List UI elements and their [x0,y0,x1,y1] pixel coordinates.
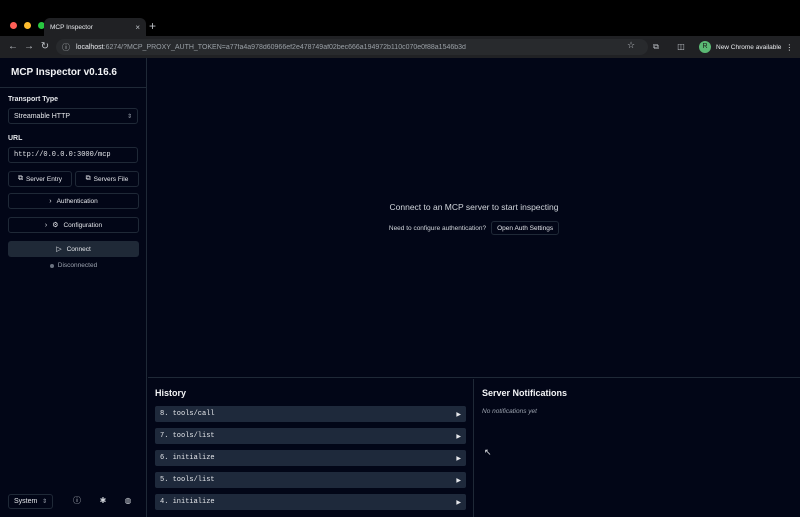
history-item[interactable]: 5. tools/list ▶ [155,472,466,488]
authentication-toggle[interactable]: › Authentication [8,193,139,209]
gear-icon: ⚙ [52,222,59,229]
chevron-right-icon: › [49,197,52,205]
triangle-right-icon: ▶ [456,499,461,506]
history-item[interactable]: 4. initialize ▶ [155,494,466,510]
notifications-title: Server Notifications [482,388,568,398]
site-info-icon[interactable]: ⓘ [62,42,70,53]
authentication-label: Authentication [56,197,98,205]
connect-button[interactable]: ▷ Connect [8,241,139,257]
triangle-right-icon: ▶ [456,433,461,440]
url-input-value: http://0.0.0.0:3000/mcp [14,151,111,159]
main-content: Connect to an MCP server to start inspec… [148,58,800,378]
server-entry-button[interactable]: ⧉ Server Entry [8,171,72,187]
servers-file-button[interactable]: ⧉ Servers File [75,171,139,187]
update-chrome-button[interactable]: New Chrome available ⋮ [716,39,793,55]
auth-hint: Need to configure authentication? [388,224,487,232]
history-item[interactable]: 7. tools/list ▶ [155,428,466,444]
chevron-up-down-icon: ⇕ [126,113,132,120]
history-list: 8. tools/call ▶ 7. tools/list ▶ 6. initi… [155,406,466,516]
window-minimize-button[interactable] [24,22,31,29]
auth-hint-row: Need to configure authentication? Open A… [148,221,800,235]
open-auth-settings-label: Open Auth Settings [497,224,554,232]
triangle-right-icon: ▶ [456,455,461,462]
profile-avatar[interactable]: R [699,41,711,53]
update-label: New Chrome available [716,43,782,51]
transport-type-label: Transport Type [8,96,59,103]
transport-type-value: Streamable HTTP [14,112,71,120]
sidebar: MCP Inspector v0.16.6 Transport Type Str… [0,58,147,517]
reload-icon[interactable]: ↻ [38,40,52,54]
history-item-label: 7. tools/list [160,432,215,440]
server-notifications-panel: Server Notifications No notifications ye… [475,379,800,517]
browser-toolbar: ← → ↻ ⓘ localhost :6274/?MCP_PROXY_AUTH_… [0,36,800,58]
history-item-label: 4. initialize [160,498,215,506]
transport-type-select[interactable]: Streamable HTTP ⇕ [8,108,138,124]
copy-icon: ⧉ [17,175,23,182]
connection-status: Disconnected [0,262,147,269]
url-label: URL [8,135,23,142]
status-text: Disconnected [57,262,98,269]
star-icon[interactable]: ☆ [627,40,635,51]
theme-value: System [14,498,38,505]
browser-tab[interactable]: MCP Inspector × [44,18,146,36]
history-item-label: 5. tools/list [160,476,215,484]
connect-label: Connect [66,245,91,253]
open-auth-settings-button[interactable]: Open Auth Settings [491,221,560,235]
chevron-up-down-icon: ⇕ [41,499,47,505]
window-close-button[interactable] [10,22,17,29]
server-entry-label: Server Entry [25,175,63,183]
tab-title: MCP Inspector [50,23,93,31]
puzzle-icon[interactable]: ⧉ [650,40,662,53]
arrow-left-icon[interactable]: ← [6,40,20,54]
copy-icon: ⧉ [85,175,91,182]
history-item[interactable]: 8. tools/call ▶ [155,406,466,422]
bug-icon[interactable]: ✱ [97,495,109,507]
empty-state-title: Connect to an MCP server to start inspec… [389,202,559,212]
history-item-label: 8. tools/call [160,410,215,418]
app-title: MCP Inspector v0.16.6 [11,67,117,78]
address-bar[interactable]: ⓘ localhost :6274/?MCP_PROXY_AUTH_TOKEN=… [56,39,648,55]
browser-tab-bar: MCP Inspector × + [0,0,800,36]
url-path: :6274/?MCP_PROXY_AUTH_TOKEN=a77fa4a978d6… [103,43,466,51]
url-input[interactable]: http://0.0.0.0:3000/mcp [8,147,138,163]
history-item[interactable]: 6. initialize ▶ [155,450,466,466]
new-tab-button[interactable]: + [149,19,156,33]
arrow-right-icon[interactable]: → [22,40,36,54]
mouse-cursor-icon: ↖ [484,447,492,457]
github-icon[interactable]: ◍ [122,495,134,507]
status-dot [49,263,54,268]
history-item-label: 6. initialize [160,454,215,462]
play-icon: ▷ [56,246,62,253]
history-title: History [155,388,187,398]
browser-menu-icon[interactable]: ⋮ [785,43,793,52]
sidebar-header: MCP Inspector v0.16.6 [0,58,146,88]
triangle-right-icon: ▶ [456,411,461,418]
history-panel: History 8. tools/call ▶ 7. tools/list ▶ … [148,379,474,517]
configuration-toggle[interactable]: › ⚙ Configuration [8,217,139,233]
app-root: MCP Inspector v0.16.6 Transport Type Str… [0,58,800,517]
url-host: localhost [76,43,104,51]
triangle-right-icon: ▶ [456,477,461,484]
notifications-empty: No notifications yet [482,408,537,415]
configuration-label: Configuration [63,221,103,229]
theme-select[interactable]: System ⇕ [8,494,53,509]
chevron-right-icon: › [44,221,48,229]
help-icon[interactable]: ⓘ [71,495,83,507]
tab-close-icon[interactable]: × [135,23,140,32]
split-view-icon[interactable]: ◫ [675,40,687,53]
servers-file-label: Servers File [93,175,129,183]
